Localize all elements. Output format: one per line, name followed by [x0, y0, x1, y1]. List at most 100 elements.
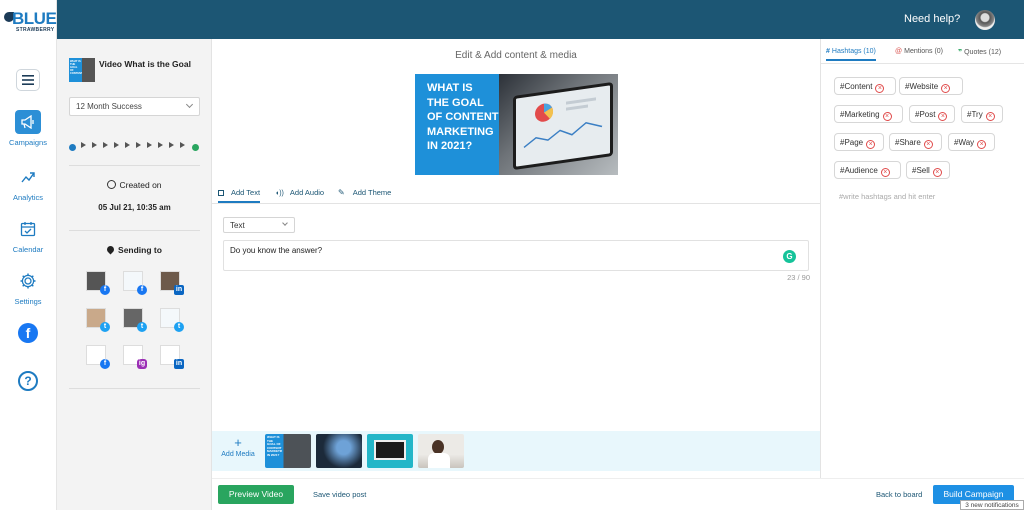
- content-editor: Edit & Add content & media WHAT IS THE G…: [212, 39, 820, 510]
- progress-flag-icon: [103, 142, 108, 148]
- hashtag-input[interactable]: #write hashtags and hit enter: [839, 192, 935, 201]
- remove-icon[interactable]: ×: [985, 112, 995, 121]
- media-thumbnail-text: WHAT IS THE GOAL OF CONTENT MARKETING IN…: [267, 435, 282, 457]
- top-bar: BLUE STRAWBERRY Need help?: [0, 0, 1024, 39]
- remove-icon[interactable]: ×: [866, 140, 876, 149]
- hero-line: IN 2021?: [427, 140, 473, 152]
- hero-line: OF CONTENT: [427, 111, 499, 123]
- notifications-badge[interactable]: 3 new notifications: [960, 500, 1024, 510]
- hashtag-chip[interactable]: #Marketing ×: [834, 105, 903, 123]
- user-avatar[interactable]: [975, 10, 995, 30]
- tab-hashtags-label: Hashtags (10): [831, 48, 876, 55]
- hashtag-chip[interactable]: #Audience ×: [834, 161, 901, 179]
- tab-add-theme[interactable]: ✎ Add Theme: [338, 188, 391, 197]
- remove-icon[interactable]: ×: [932, 168, 942, 177]
- account-avatar[interactable]: f: [86, 345, 110, 369]
- save-video-post-link[interactable]: Save video post: [313, 490, 366, 499]
- preview-video-button[interactable]: Preview Video: [218, 485, 294, 504]
- nav-settings[interactable]: Settings: [0, 269, 56, 306]
- created-label-text: Created on: [119, 180, 162, 190]
- divider: [69, 165, 200, 166]
- add-media-label: Add Media: [221, 451, 255, 458]
- remove-icon[interactable]: ×: [923, 140, 933, 149]
- nav-campaigns[interactable]: Campaigns: [0, 110, 56, 147]
- remove-icon[interactable]: ×: [977, 140, 987, 149]
- tags-tabs: # Hashtags (10) @ Mentions (0) ❞ Quotes (12…: [821, 39, 1024, 64]
- remove-icon[interactable]: ×: [875, 84, 885, 93]
- hashtag-label: #Marketing: [840, 110, 880, 119]
- hero-photo: [499, 74, 618, 175]
- calendar-icon: [15, 217, 41, 241]
- video-thumbnail: WHAT IS THE GOAL OF CONTENT: [69, 58, 82, 82]
- account-avatar[interactable]: t: [86, 308, 110, 332]
- character-counter: 23 / 90: [787, 273, 810, 282]
- nav-analytics[interactable]: Analytics: [0, 165, 56, 202]
- media-thumbnail[interactable]: [418, 434, 464, 468]
- text-icon: [218, 190, 224, 196]
- account-avatar[interactable]: f: [123, 271, 147, 295]
- divider: [69, 230, 200, 231]
- hashtag-label: #Content: [840, 82, 873, 91]
- hashtag-chip[interactable]: #Page ×: [834, 133, 884, 151]
- tags-panel: # Hashtags (10) @ Mentions (0) ❞ Quotes (12…: [820, 39, 1024, 478]
- success-plan-select[interactable]: 12 Month Success: [69, 97, 200, 116]
- hash-icon: #: [826, 48, 830, 55]
- account-avatar[interactable]: in: [160, 345, 184, 369]
- tab-mentions[interactable]: @ Mentions (0): [895, 48, 943, 55]
- progress-end-dot: [192, 144, 199, 151]
- person-image: [432, 440, 444, 454]
- media-thumbnail[interactable]: [316, 434, 362, 468]
- gear-icon: [15, 269, 41, 293]
- hashtag-chip[interactable]: #Try ×: [961, 105, 1003, 123]
- hashtag-label: #Way: [954, 138, 975, 147]
- created-label: Created on: [57, 180, 212, 190]
- progress-flag-icon: [180, 142, 185, 148]
- account-avatar[interactable]: t: [123, 308, 147, 332]
- back-to-board-link[interactable]: Back to board: [876, 490, 922, 499]
- plus-icon: +: [234, 435, 242, 450]
- hashtag-chip[interactable]: #Sell ×: [906, 161, 950, 179]
- progress-flag-icon: [169, 142, 174, 148]
- text-content-input[interactable]: Do you know the answer?: [223, 240, 809, 271]
- facebook-icon: f: [100, 285, 110, 295]
- facebook-icon[interactable]: f: [18, 323, 38, 343]
- person-image: [428, 453, 450, 468]
- text-type-value: Text: [230, 221, 245, 230]
- tab-add-text[interactable]: Add Text: [218, 188, 261, 203]
- hero-image[interactable]: WHAT IS THE GOAL OF CONTENT MARKETING IN…: [415, 74, 618, 175]
- logo-text: BLUE: [12, 9, 57, 28]
- chevron-down-icon: [185, 100, 194, 109]
- need-help-link[interactable]: Need help?: [904, 13, 960, 25]
- grammarly-icon[interactable]: G: [783, 250, 796, 263]
- account-avatar[interactable]: f: [86, 271, 110, 295]
- editor-title: Edit & Add content & media: [455, 50, 577, 61]
- account-avatar[interactable]: in: [160, 271, 184, 295]
- media-thumbnail[interactable]: [367, 434, 413, 468]
- account-avatar[interactable]: ig: [123, 345, 147, 369]
- hashtag-chip[interactable]: #Post ×: [909, 105, 955, 123]
- remove-icon[interactable]: ×: [941, 84, 951, 93]
- location-pin-icon: [105, 244, 116, 255]
- hashtag-chip[interactable]: #Content ×: [834, 77, 896, 95]
- logo[interactable]: BLUE STRAWBERRY: [0, 0, 57, 39]
- remove-icon[interactable]: ×: [880, 168, 890, 177]
- remove-icon[interactable]: ×: [938, 112, 948, 121]
- progress-flag-icon: [136, 142, 141, 148]
- help-icon[interactable]: ?: [18, 371, 38, 391]
- hashtag-chip[interactable]: #Way ×: [948, 133, 995, 151]
- media-thumbnail[interactable]: WHAT IS THE GOAL OF CONTENT MARKETING IN…: [265, 434, 311, 468]
- hashtag-chip[interactable]: #Share ×: [889, 133, 942, 151]
- nav-calendar[interactable]: Calendar: [0, 217, 56, 254]
- account-avatar[interactable]: t: [160, 308, 184, 332]
- menu-toggle-button[interactable]: [16, 69, 40, 91]
- remove-icon[interactable]: ×: [882, 112, 892, 121]
- tab-add-audio[interactable]: ◖)) Add Audio: [275, 188, 324, 197]
- add-media-button[interactable]: + Add Media: [217, 435, 259, 458]
- tab-hashtags[interactable]: # Hashtags (10): [826, 48, 876, 61]
- tab-quotes[interactable]: ❞ Quotes (12): [958, 48, 1001, 56]
- facebook-icon: f: [137, 285, 147, 295]
- trend-icon: [15, 165, 41, 189]
- text-type-select[interactable]: Text: [223, 217, 295, 233]
- tab-add-theme-label: Add Theme: [352, 188, 392, 197]
- hashtag-chip[interactable]: #Website ×: [899, 77, 963, 95]
